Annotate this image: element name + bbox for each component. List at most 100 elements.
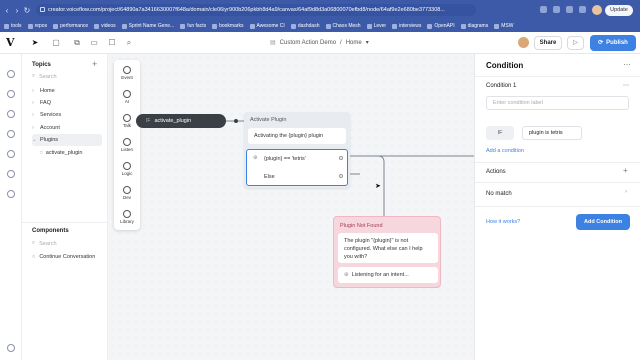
bookmark[interactable]: dashdash <box>290 23 320 29</box>
topic-item[interactable]: › Services <box>32 109 102 121</box>
bookmark[interactable]: Awesome CI <box>249 23 285 29</box>
project-name[interactable]: Custom Action Demo <box>280 40 336 46</box>
help-icon[interactable] <box>7 344 15 352</box>
trigger-label: activate_plugin <box>154 118 192 124</box>
settings-icon[interactable] <box>7 190 15 198</box>
publish-nav-icon[interactable] <box>7 170 15 178</box>
actions-label: Actions <box>486 169 506 175</box>
bookmarks-bar: tools repos performance videos Sprint Na… <box>0 20 640 32</box>
browser-chrome: ‹ › ↻ creator.voiceflow.com/project/6489… <box>0 0 640 32</box>
else-port[interactable] <box>339 174 343 178</box>
bookmark[interactable]: MSW <box>494 23 513 29</box>
add-condition-link[interactable]: Add a condition <box>486 148 524 154</box>
intent-trigger[interactable]: IF activate_plugin <box>136 114 238 128</box>
site-icon <box>290 23 296 29</box>
trigger-port[interactable] <box>234 119 238 123</box>
pointer-tool-icon[interactable]: ➤ <box>30 38 40 48</box>
components-search-input[interactable]: Search <box>39 241 56 247</box>
page-selector[interactable]: Home <box>346 40 362 46</box>
block-title[interactable]: Plugin Not Found <box>340 223 383 229</box>
how-it-works-link[interactable]: How it works? <box>486 219 520 225</box>
share-button[interactable]: Share <box>534 36 562 50</box>
bookmark[interactable]: diagrams <box>460 23 488 29</box>
transcripts-icon[interactable] <box>7 110 15 118</box>
canvas[interactable]: Event AI Talk Listen Logic Dev Library I… <box>108 54 474 360</box>
publish-button[interactable]: ⟳ Publish <box>590 35 636 51</box>
topic-item[interactable]: › Home <box>32 85 102 97</box>
text-step[interactable]: The plugin "{plugin}" is not configured.… <box>338 233 438 263</box>
toolbox-logic[interactable]: Logic <box>114 162 140 176</box>
integrations-icon[interactable] <box>7 150 15 158</box>
search-icon[interactable]: ⌕ <box>124 38 134 48</box>
bookmark[interactable]: bookmarks <box>212 23 244 29</box>
bookmark[interactable]: repos <box>27 23 47 29</box>
analytics-icon[interactable] <box>7 130 15 138</box>
listen-step[interactable]: ⊛ Listening for an intent... <box>338 267 438 283</box>
add-action-icon[interactable]: + <box>623 166 628 175</box>
chevron-right-icon[interactable]: › <box>625 189 627 195</box>
folder-icon <box>460 23 466 29</box>
comment-tool-icon[interactable]: ▭ <box>89 38 99 48</box>
app-header: V ➤ ▢ ⧉ ▭ ☐ ⌕ ▤ Custom Action Demo / Hom… <box>0 32 640 54</box>
plugin-not-found-block[interactable]: Plugin Not Found The plugin "{plugin}" i… <box>333 216 441 288</box>
topic-item[interactable]: › Account <box>32 122 102 134</box>
update-button[interactable]: Update <box>605 5 633 16</box>
run-test-button[interactable]: ▷ <box>567 36 584 50</box>
bookmark[interactable]: Lever <box>366 23 386 29</box>
toolbox-library[interactable]: Library <box>114 210 140 224</box>
topics-search-input[interactable]: Search <box>39 74 56 80</box>
text-step[interactable]: Activating the {plugin} plugin <box>248 128 346 144</box>
toolbox-label: Library <box>120 219 134 224</box>
bookmark[interactable]: fun facts <box>180 23 206 29</box>
url-bar[interactable]: creator.voiceflow.com/project/64890a7a34… <box>36 4 476 16</box>
content-icon[interactable] <box>7 90 15 98</box>
breadcrumb: ▤ Custom Action Demo / Home ▾ <box>270 39 369 47</box>
topics-search[interactable]: ⌕ Search <box>32 73 57 80</box>
more-options-icon[interactable]: ⋯ <box>623 82 629 89</box>
bookmark[interactable]: Sprint Name Gene... <box>121 23 174 29</box>
designer-icon[interactable] <box>7 70 15 78</box>
note-tool-icon[interactable]: ▢ <box>51 38 61 48</box>
toolbox-event[interactable]: Event <box>114 66 140 80</box>
extension-icon[interactable] <box>579 6 586 13</box>
topic-item[interactable]: › FAQ <box>32 97 102 109</box>
more-options-icon[interactable]: ⋯ <box>623 60 631 69</box>
chevron-down-icon[interactable]: ▾ <box>366 39 369 46</box>
toolbox-listen[interactable]: Listen <box>114 138 140 152</box>
component-item[interactable]: ○ Continue Conversation <box>32 254 95 260</box>
topic-item-selected[interactable]: ⌄ Plugins <box>32 134 102 146</box>
add-topic-button[interactable]: + <box>92 59 97 69</box>
markup-tool-icon[interactable]: ☐ <box>107 38 117 48</box>
condition-step[interactable]: ⊛ {plugin} == 'tetris' Else <box>246 149 348 186</box>
extension-icon[interactable] <box>553 6 560 13</box>
file-icon: ▤ <box>270 40 276 46</box>
bookmark[interactable]: videos <box>94 23 116 29</box>
bookmark[interactable]: Chaos Mesh <box>325 23 361 29</box>
component-tool-icon[interactable]: ⧉ <box>72 38 82 48</box>
github-icon <box>249 23 255 29</box>
browser-profile-avatar[interactable] <box>592 5 602 15</box>
voiceflow-logo[interactable]: V <box>6 36 15 49</box>
activate-plugin-block[interactable]: Activate Plugin Activating the {plugin} … <box>244 112 350 188</box>
bookmark[interactable]: interviews <box>392 23 421 29</box>
topic-subitem[interactable]: □ activate_plugin <box>40 150 82 156</box>
condition-label-input[interactable]: Enter condition label <box>486 96 629 110</box>
condition-port[interactable] <box>339 156 343 160</box>
no-match-label[interactable]: No match <box>486 191 512 197</box>
back-icon[interactable]: ‹ <box>2 6 12 15</box>
forward-icon[interactable]: › <box>12 6 22 15</box>
bookmark[interactable]: tools <box>4 23 22 29</box>
add-condition-button[interactable]: Add Condition <box>576 214 630 230</box>
extension-icon[interactable] <box>566 6 573 13</box>
avatar[interactable] <box>518 37 529 48</box>
reload-icon[interactable]: ↻ <box>22 6 32 15</box>
bookmark[interactable]: OpenAPI <box>427 23 455 29</box>
site-icon <box>366 23 372 29</box>
condition-expression[interactable]: plugin is tetris <box>522 126 582 140</box>
bookmark[interactable]: performance <box>53 23 88 29</box>
components-search[interactable]: ⌕ Search <box>32 240 57 247</box>
block-title[interactable]: Activate Plugin <box>250 117 286 123</box>
toolbox-ai[interactable]: AI <box>114 90 140 104</box>
toolbox-dev[interactable]: Dev <box>114 186 140 200</box>
extension-icon[interactable] <box>540 6 547 13</box>
